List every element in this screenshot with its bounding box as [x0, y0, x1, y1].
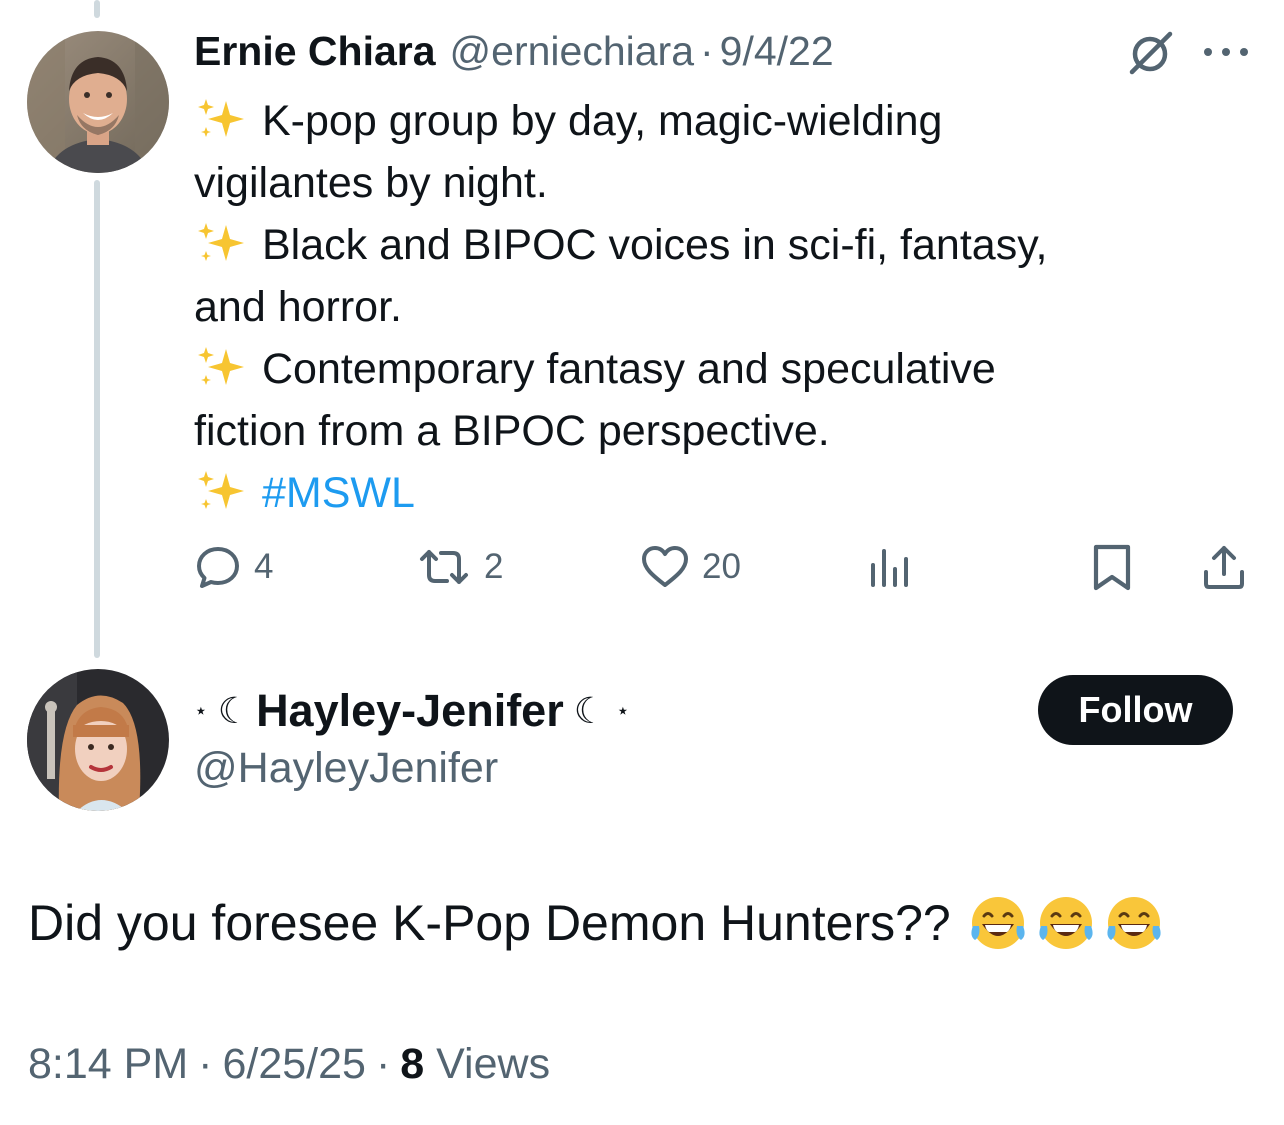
reply-author-handle[interactable]: @HayleyJenifer: [194, 744, 498, 793]
parent-tweet-body: K-pop group by day, magic-wielding vigil…: [194, 90, 1194, 524]
thread-line-top: [94, 0, 100, 18]
reply-icon: [197, 547, 239, 588]
share-button[interactable]: [1200, 538, 1248, 596]
more-options-icon[interactable]: [1200, 40, 1252, 64]
tweet-line: and horror.: [194, 276, 1194, 338]
moon-decoration: ☾: [573, 690, 607, 731]
emoji-row: [961, 892, 1165, 954]
follow-button[interactable]: Follow: [1038, 675, 1233, 745]
tweet-date[interactable]: 9/4/22: [720, 28, 834, 75]
tweet-text: and horror.: [194, 283, 402, 331]
star-decoration: ⋆: [616, 698, 630, 723]
views-count: 8: [400, 1040, 425, 1088]
sparkles-icon: [194, 468, 248, 512]
tears-of-joy-emoji-icon: [971, 897, 1025, 949]
tweet-text: Black and BIPOC voices in sci-fi, fantas…: [262, 221, 1048, 269]
parent-tweet-header: Ernie Chiara @erniechiara · 9/4/22: [194, 28, 834, 78]
heart-icon: [642, 546, 688, 587]
tweet-text: fiction from a BIPOC perspective.: [194, 407, 830, 455]
reply-button[interactable]: 4: [194, 538, 273, 596]
views-label: Views: [436, 1040, 551, 1088]
bookmark-icon: [1093, 544, 1131, 591]
sparkles-icon: [194, 344, 248, 388]
grok-icon[interactable]: [1126, 28, 1176, 78]
tears-of-joy-emoji-icon: [1107, 897, 1161, 949]
reply-author-name[interactable]: Hayley-Jenifer: [256, 685, 564, 737]
tweet-line: vigilantes by night.: [194, 152, 1194, 214]
tweet-time[interactable]: 8:14 PM: [28, 1040, 188, 1088]
separator-dot: ·: [700, 28, 714, 74]
sparkles-icon: [194, 96, 248, 140]
separator-dot: ·: [375, 1040, 391, 1088]
repost-button[interactable]: 2: [416, 538, 503, 596]
bookmark-button[interactable]: [1090, 538, 1134, 596]
hashtag-link[interactable]: #MSWL: [262, 469, 415, 517]
views-button[interactable]: [866, 538, 914, 596]
like-button[interactable]: 20: [640, 538, 741, 596]
share-icon: [1204, 546, 1244, 589]
tweet-text: vigilantes by night.: [194, 159, 548, 207]
author-handle[interactable]: @erniechiara: [450, 28, 694, 75]
tweet-line: Contemporary fantasy and speculative: [194, 338, 1194, 400]
tweet-line: #MSWL: [194, 462, 1194, 524]
analytics-icon: [871, 549, 908, 587]
reply-count: 4: [254, 547, 274, 586]
star-decoration: ⋆: [194, 698, 208, 723]
tweet-line: K-pop group by day, magic-wielding: [194, 90, 1194, 152]
repost-icon: [420, 550, 468, 584]
reply-avatar[interactable]: [27, 669, 169, 811]
like-count: 20: [702, 547, 741, 586]
author-name[interactable]: Ernie Chiara: [194, 28, 436, 75]
reply-tweet-text: Did you foresee K-Pop Demon Hunters??: [28, 895, 951, 951]
tweet-text: K-pop group by day, magic-wielding: [262, 97, 943, 145]
reply-tweet-text-row: Did you foresee K-Pop Demon Hunters??: [28, 892, 1165, 954]
repost-count: 2: [484, 547, 504, 586]
tweet-date[interactable]: 6/25/25: [222, 1040, 365, 1088]
parent-avatar[interactable]: [27, 31, 169, 173]
separator-dot: ·: [198, 1040, 213, 1088]
reply-author-name-row[interactable]: ⋆ ☾ Hayley-Jenifer ☾ ⋆: [194, 682, 630, 740]
tweet-text: Contemporary fantasy and speculative: [262, 345, 996, 393]
tweet-meta: 8:14 PM · 6/25/25 · 8 Views: [28, 1040, 550, 1089]
thread-line: [94, 180, 100, 658]
tweet-line: fiction from a BIPOC perspective.: [194, 400, 1194, 462]
tears-of-joy-emoji-icon: [1039, 897, 1093, 949]
tweet-line: Black and BIPOC voices in sci-fi, fantas…: [194, 214, 1194, 276]
moon-decoration: ☾: [217, 690, 251, 731]
sparkles-icon: [194, 220, 248, 264]
